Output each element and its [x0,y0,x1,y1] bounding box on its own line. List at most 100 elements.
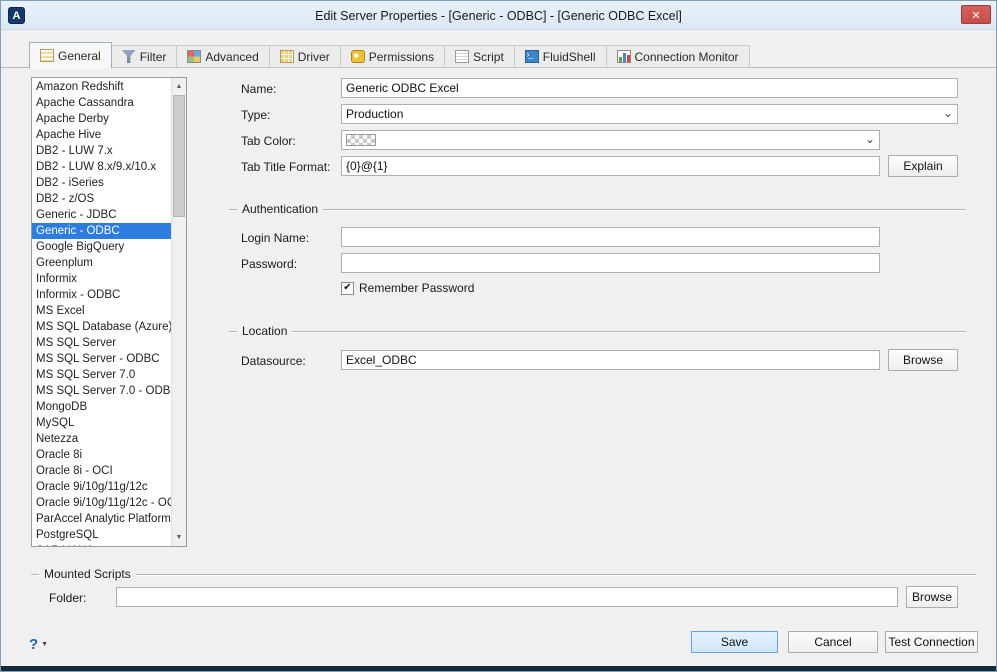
advanced-icon [187,50,202,63]
permissions-icon [350,50,365,63]
list-scrollbar[interactable] [171,78,186,546]
driver-icon [279,50,294,63]
caret-down-icon [41,641,48,648]
tab-label: FluidShell [542,49,596,64]
tab-title-format-label: Tab Title Format: [241,160,331,174]
server-list-item[interactable]: Amazon Redshift [32,79,171,95]
server-list-item[interactable]: Apache Hive [32,127,171,143]
folder-browse-button[interactable]: Browse [906,586,958,608]
server-type-list: Amazon Redshift Apache Cassandra Apache De… [31,77,187,547]
close-icon [971,6,980,24]
tab-connection-monitor[interactable]: Connection Monitor [606,45,750,68]
type-label: Type: [241,108,271,122]
name-label: Name: [241,82,277,96]
server-list-item[interactable]: Oracle 9i/10g/11g/12c [32,479,171,495]
folder-input[interactable] [116,587,898,607]
tab-color-swatch [346,134,376,146]
login-name-input[interactable] [341,227,880,247]
help-label: ? [29,635,39,653]
server-list-item[interactable]: SAP HANA [32,543,171,546]
tab-permissions[interactable]: Permissions [340,45,446,68]
login-name-label: Login Name: [241,231,310,245]
mounted-scripts-group: Mounted Scripts [31,566,976,583]
tab-label: General [58,48,101,63]
type-dropdown[interactable]: Production [341,104,958,124]
tab-label: Permissions [368,49,435,64]
server-list-item[interactable]: DB2 - z/OS [32,191,171,207]
tab-label: Filter [139,49,167,64]
cancel-button[interactable]: Cancel [788,631,878,653]
authentication-legend: Authentication [237,201,324,218]
password-input[interactable] [341,253,880,273]
tab-advanced[interactable]: Advanced [177,45,270,68]
server-list-item[interactable]: PostgreSQL [32,527,171,543]
edit-server-properties-dialog: A Edit Server Properties - [Generic - OD… [0,0,997,672]
password-label: Password: [241,257,298,271]
server-list-item[interactable]: Apache Derby [32,111,171,127]
name-input[interactable] [341,78,958,98]
server-list-item[interactable]: MS Excel [32,303,171,319]
remember-password-row[interactable]: Remember Password [341,281,474,295]
server-list-item[interactable]: Netezza [32,431,171,447]
server-list-item[interactable]: MS SQL Server 7.0 [32,367,171,383]
tab-color-dropdown[interactable] [341,130,880,150]
window-bottom-border [1,666,996,671]
help-button[interactable]: ? [29,634,48,654]
tab-title-format-input[interactable] [341,156,880,176]
server-list-item[interactable]: Oracle 8i - OCI [32,463,171,479]
server-list-item[interactable]: MS SQL Server [32,335,171,351]
filter-icon [121,50,136,63]
location-group: Location [229,323,966,340]
general-icon [40,49,54,62]
chevron-down-icon [943,106,953,120]
tab-label: Script [473,49,504,64]
scroll-up-icon[interactable] [172,79,186,94]
server-list-item[interactable]: MongoDB [32,399,171,415]
folder-label: Folder: [49,591,87,605]
server-list-item[interactable]: Apache Cassandra [32,95,171,111]
server-list-item[interactable]: DB2 - LUW 7.x [32,143,171,159]
titlebar[interactable]: A Edit Server Properties - [Generic - OD… [1,1,996,30]
server-list-item[interactable]: MS SQL Server - ODBC [32,351,171,367]
server-list-item[interactable]: DB2 - LUW 8.x/9.x/10.x [32,159,171,175]
tab-general[interactable]: General [29,42,112,69]
tab-script[interactable]: Script [445,45,515,68]
scroll-thumb[interactable] [173,95,185,217]
window-title: Edit Server Properties - [Generic - ODBC… [315,8,682,23]
server-list-item[interactable]: MS SQL Server 7.0 - ODBC [32,383,171,399]
explain-button[interactable]: Explain [888,155,958,177]
server-list-item[interactable]: Greenplum [32,255,171,271]
tab-label: Driver [297,49,330,64]
tab-driver[interactable]: Driver [269,45,341,68]
remember-password-label: Remember Password [359,281,475,295]
tab-strip: General Filter Advanced Driver Permissions Sc… [1,31,996,69]
server-list-item[interactable]: Informix - ODBC [32,287,171,303]
server-list-item[interactable]: MySQL [32,415,171,431]
server-list-item[interactable]: Oracle 8i [32,447,171,463]
server-list-item[interactable]: Informix [32,271,171,287]
server-list-item[interactable]: Oracle 9i/10g/11g/12c - OCI [32,495,171,511]
script-icon [455,50,470,63]
scroll-down-icon[interactable] [172,530,186,545]
datasource-browse-button[interactable]: Browse [888,349,958,371]
server-list-item[interactable]: Google BigQuery [32,239,171,255]
server-list-item[interactable]: DB2 - iSeries [32,175,171,191]
server-list-item[interactable]: Generic - ODBC [32,223,171,239]
server-list-item[interactable]: Generic - JDBC [32,207,171,223]
tab-filter[interactable]: Filter [111,45,178,68]
type-selected-value: Production [346,107,404,121]
datasource-input[interactable] [341,350,880,370]
server-list-item[interactable]: MS SQL Database (Azure) [32,319,171,335]
close-button[interactable] [961,5,991,24]
chevron-down-icon [865,132,875,146]
server-list-item[interactable]: ParAccel Analytic Platform [32,511,171,527]
test-connection-button[interactable]: Test Connection [885,631,978,653]
connection-monitor-icon [616,50,631,63]
authentication-group: Authentication [229,201,966,218]
remember-password-checkbox[interactable] [341,281,354,295]
tab-label: Advanced [205,49,259,64]
fluidshell-icon [524,50,539,63]
tab-fluidshell[interactable]: FluidShell [514,45,607,68]
save-button[interactable]: Save [691,631,778,653]
tab-label: Connection Monitor [634,49,739,64]
